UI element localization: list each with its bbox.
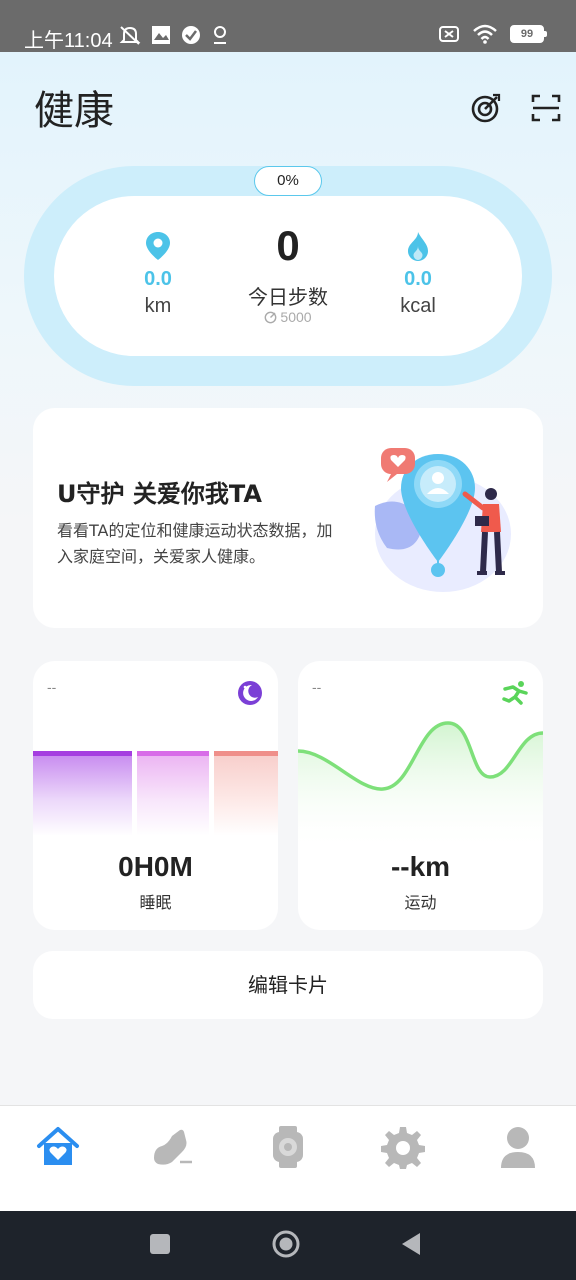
- running-icon: [502, 681, 528, 705]
- step-goal-value: 5000: [280, 309, 312, 325]
- home-heart-icon[interactable]: [35, 1124, 81, 1170]
- step-summary-panel: [54, 196, 522, 356]
- home-icon[interactable]: [271, 1229, 301, 1259]
- calorie-stat: 0.0 kcal: [388, 230, 448, 318]
- gear-icon[interactable]: [380, 1124, 426, 1170]
- recent-apps-icon[interactable]: [145, 1229, 175, 1259]
- watch-icon[interactable]: [265, 1124, 311, 1170]
- sleep-label: 睡眠: [139, 893, 172, 912]
- banner-title: U守护 关爱你我TA: [57, 480, 262, 508]
- sleep-duration: 0H0M: [118, 851, 193, 882]
- step-label: 今日步数: [248, 285, 328, 309]
- gallery-icon: [152, 26, 170, 44]
- exercise-label: 运动: [404, 893, 437, 912]
- profile-icon[interactable]: [495, 1124, 541, 1170]
- location-pin-icon: [146, 232, 170, 260]
- sleep-card[interactable]: -- 0H0M 睡眠: [33, 661, 278, 930]
- moon-icon: [238, 681, 262, 705]
- exercise-date: --: [312, 679, 322, 695]
- bottom-nav: [0, 1105, 576, 1211]
- status-bar: 上午11:04 99: [0, 0, 576, 52]
- mute-icon: [119, 26, 141, 45]
- wifi-icon: [473, 24, 497, 44]
- scan-icon[interactable]: [530, 92, 562, 124]
- family-guard-banner[interactable]: U守护 关爱你我TA 看看TA的定位和健康运动状态数据，加入家庭空间，关爱家人健…: [33, 408, 543, 628]
- banner-description: 看看TA的定位和健康运动状态数据，加入家庭空间，关爱家人健康。: [57, 521, 333, 566]
- progress-percent-badge: 0%: [254, 166, 322, 196]
- status-icons-left: [118, 24, 230, 46]
- exercise-card[interactable]: -- --km 运动: [298, 661, 543, 930]
- light-sleep-bar: [137, 751, 209, 836]
- distance-unit: km: [144, 295, 172, 317]
- step-goal: 5000: [238, 309, 338, 325]
- status-time: 上午11:04: [24, 30, 113, 52]
- distance-value: 0.0: [144, 268, 172, 290]
- calorie-unit: kcal: [400, 295, 436, 317]
- sleep-date: --: [47, 679, 57, 695]
- back-icon[interactable]: [397, 1229, 427, 1259]
- shoe-icon[interactable]: [150, 1124, 196, 1170]
- distance-stat: 0.0 km: [128, 230, 188, 318]
- exercise-distance: --km: [390, 851, 451, 882]
- system-nav-bar: [0, 1211, 576, 1280]
- family-location-illustration: [374, 448, 511, 592]
- check-icon: [182, 26, 200, 44]
- page-title: 健康: [34, 88, 114, 134]
- step-count: 0: [276, 222, 300, 269]
- calorie-value: 0.0: [404, 268, 432, 290]
- exercise-trend-chart: [298, 721, 543, 851]
- sim-off-icon: [439, 26, 459, 42]
- awake-bar: [214, 751, 278, 836]
- deep-sleep-bar: [33, 751, 132, 836]
- edit-cards-button[interactable]: 编辑卡片: [33, 951, 543, 1019]
- location-icon: [214, 26, 226, 44]
- goal-target-icon: [265, 311, 277, 323]
- battery-icon: 99: [510, 25, 547, 43]
- status-icons-right: 99: [438, 24, 547, 44]
- target-icon[interactable]: [470, 92, 502, 124]
- flame-icon: [408, 232, 428, 261]
